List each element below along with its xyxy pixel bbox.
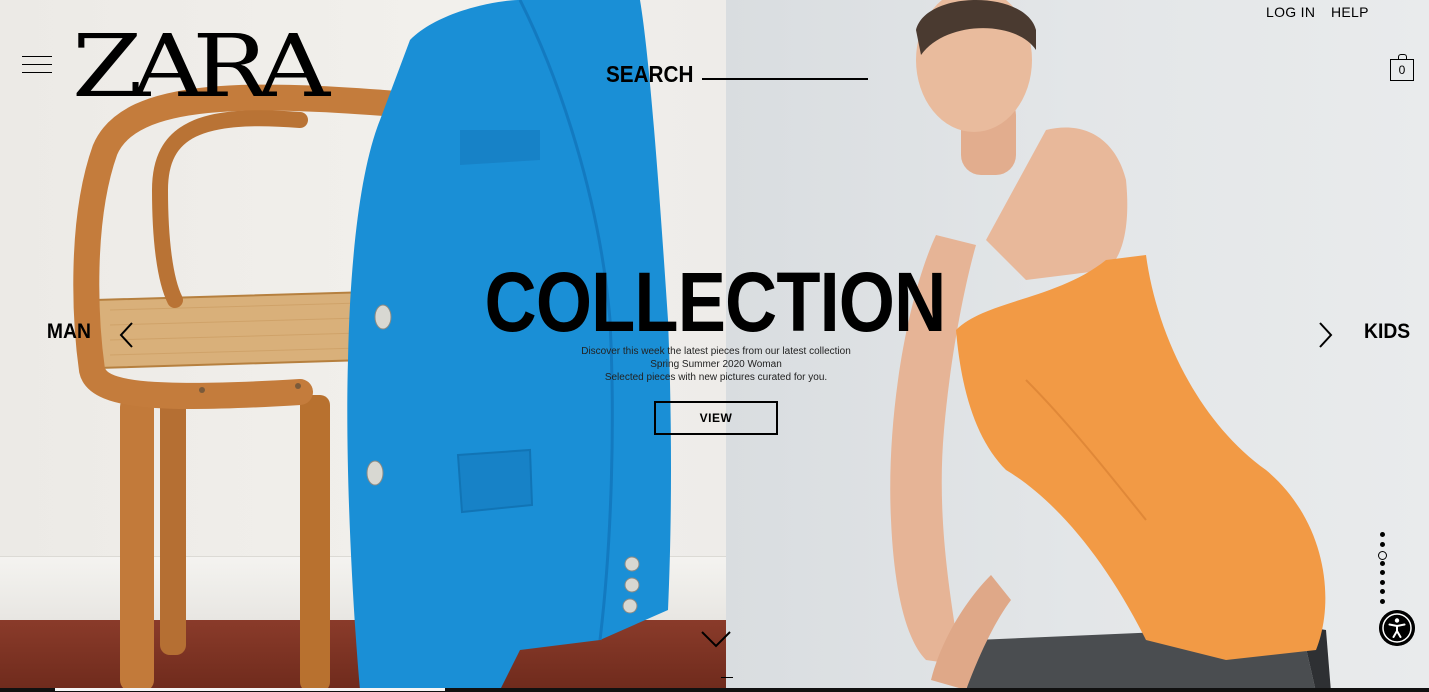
- home-page: ZARA SEARCH LOG IN HELP 0 COLLECTION Dis…: [0, 0, 1429, 692]
- shopping-bag-icon: [1398, 54, 1407, 60]
- slide-dot[interactable]: [1380, 589, 1385, 594]
- hero-description: Discover this week the latest pieces fro…: [0, 345, 1429, 384]
- slide-dot[interactable]: [1380, 570, 1385, 575]
- hero-description-line: Spring Summer 2020 Woman: [650, 359, 782, 370]
- hamburger-icon-line: [22, 72, 52, 73]
- accessibility-icon[interactable]: [1379, 610, 1415, 646]
- chevron-left-icon[interactable]: [116, 320, 138, 350]
- slide-dot-active[interactable]: [1378, 551, 1387, 560]
- search-label: SEARCH: [606, 61, 694, 87]
- brand-logo[interactable]: ZARA: [72, 22, 330, 112]
- scroll-indicator-dash: [721, 677, 733, 678]
- hero-description-line: Discover this week the latest pieces fro…: [581, 346, 851, 357]
- slide-dot[interactable]: [1380, 541, 1385, 547]
- view-button[interactable]: VIEW: [654, 401, 778, 435]
- hamburger-icon-line: [22, 56, 52, 57]
- bag-count: 0: [1398, 63, 1406, 77]
- slide-dot[interactable]: [1380, 579, 1385, 585]
- nav-man-link[interactable]: MAN: [47, 320, 91, 344]
- nav-kids-link[interactable]: KIDS: [1364, 320, 1410, 344]
- bottom-progress-bar: [0, 688, 1429, 692]
- shopping-bag-button[interactable]: 0: [1390, 54, 1414, 81]
- help-link[interactable]: HELP: [1331, 4, 1369, 20]
- search-button[interactable]: SEARCH: [606, 58, 868, 88]
- slide-dot[interactable]: [1380, 532, 1385, 537]
- menu-button[interactable]: [22, 55, 52, 75]
- chevron-down-icon[interactable]: [700, 628, 732, 650]
- hero-description-line: Selected pieces with new pictures curate…: [604, 372, 828, 383]
- hamburger-icon-line: [22, 64, 52, 65]
- login-link[interactable]: LOG IN: [1266, 4, 1315, 20]
- slide-dot[interactable]: [1380, 598, 1385, 604]
- slide-dot[interactable]: [1380, 560, 1385, 566]
- chevron-right-icon[interactable]: [1314, 320, 1336, 350]
- progress-segment: [55, 688, 445, 691]
- search-underline: [702, 78, 868, 80]
